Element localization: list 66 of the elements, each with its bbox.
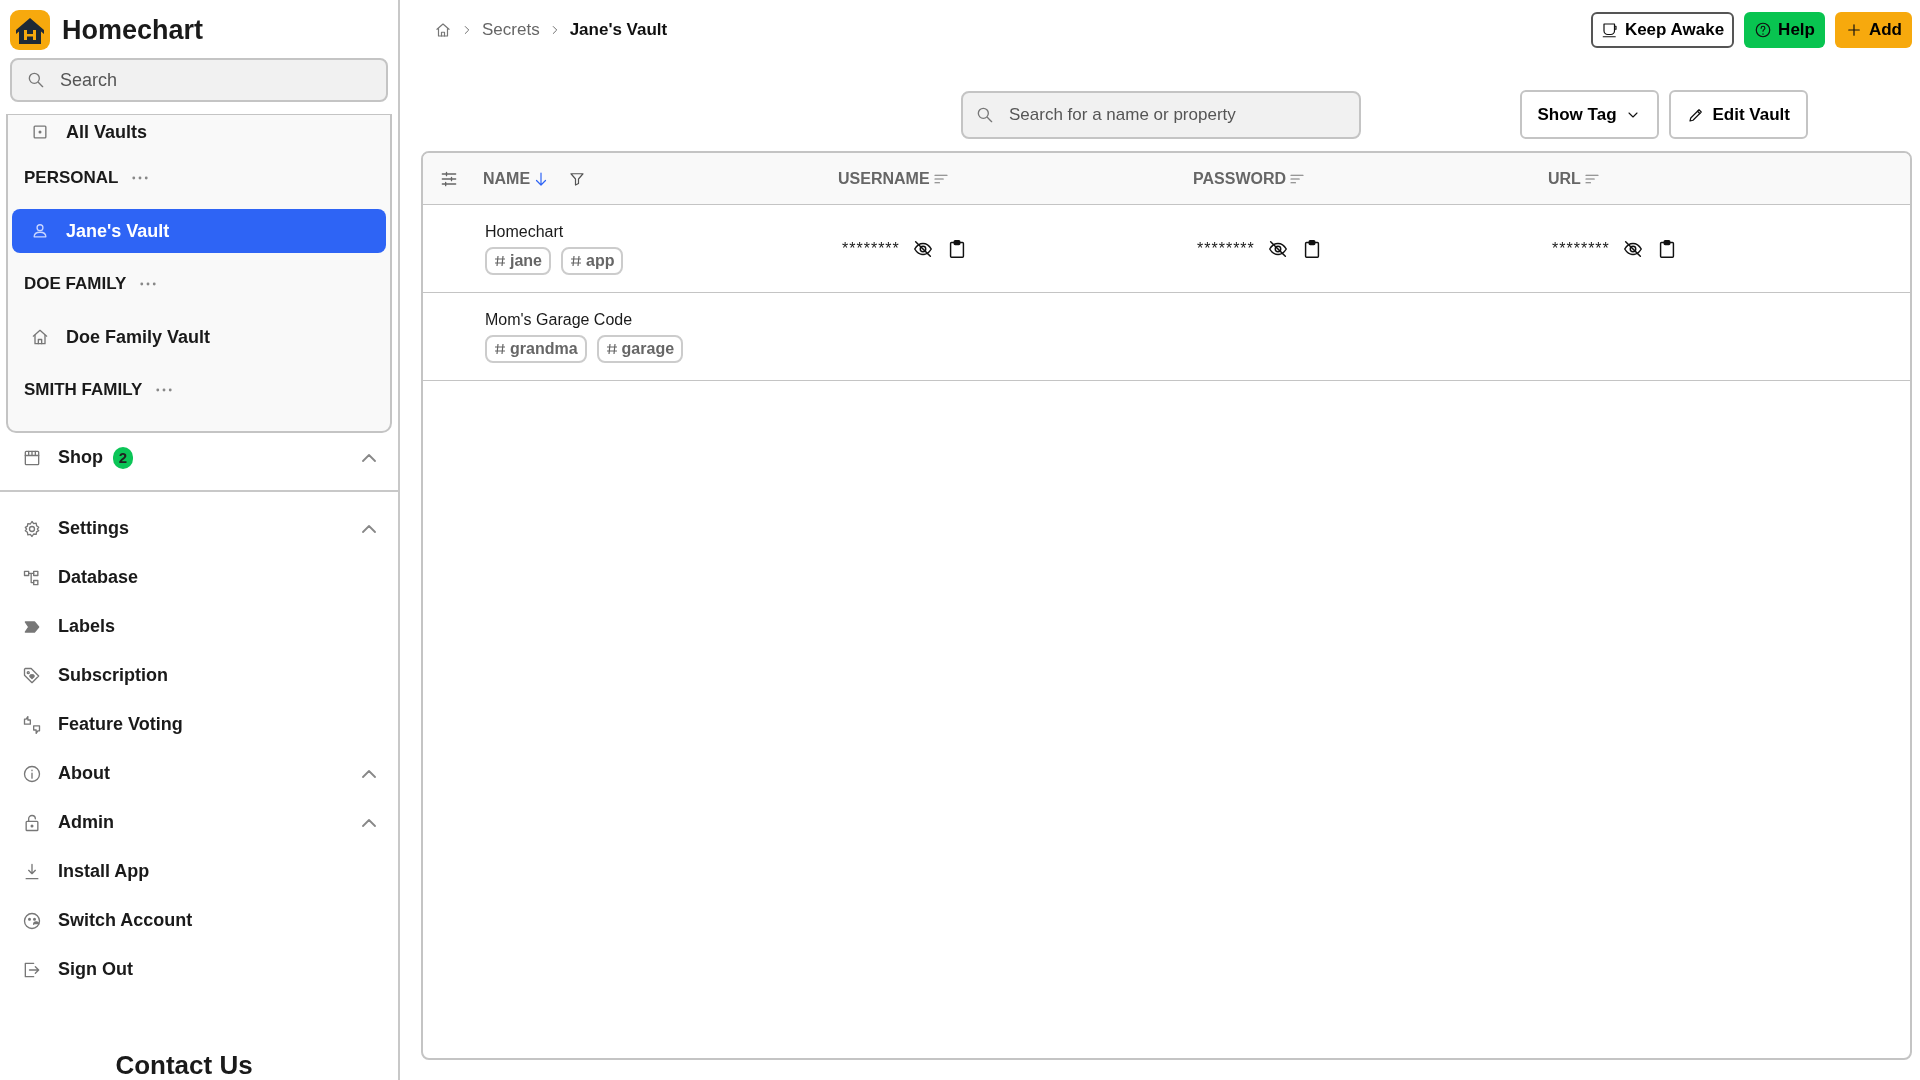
vault-item[interactable]: Doe Family Vault xyxy=(12,315,386,359)
chevron-up-icon[interactable] xyxy=(362,453,376,462)
more-icon[interactable] xyxy=(156,388,173,392)
search-field[interactable]: Search xyxy=(10,58,388,102)
more-icon[interactable] xyxy=(140,282,157,286)
house-icon xyxy=(30,327,50,347)
face-icon xyxy=(22,910,42,931)
chevron-up-icon[interactable] xyxy=(362,818,376,827)
nav-item[interactable]: Settings xyxy=(0,504,398,553)
app-name: Homechart xyxy=(62,14,204,46)
search-field[interactable]: Search for a name or property xyxy=(961,90,1361,139)
keep-awake-button[interactable]: Keep Awake xyxy=(1590,12,1735,48)
group-heading: SMITH FAMILY xyxy=(24,380,143,400)
hash-icon xyxy=(605,342,618,355)
chevron-up-icon[interactable] xyxy=(362,769,376,778)
add-button[interactable]: Add xyxy=(1834,12,1912,48)
hash-icon xyxy=(494,342,506,355)
count-badge: 2 xyxy=(113,446,133,469)
nav-item[interactable]: Admin xyxy=(0,798,398,847)
nav-item[interactable]: Feature Voting xyxy=(0,700,398,749)
column-header[interactable]: PASSWORD xyxy=(1193,169,1287,188)
nav-item[interactable]: Install App xyxy=(0,847,398,896)
breadcrumb-current: Jane's Vault xyxy=(569,20,668,40)
edit-vault-button[interactable]: Edit Vault xyxy=(1668,90,1808,139)
tag-chip[interactable]: jane xyxy=(485,246,551,275)
chevron-up-icon[interactable] xyxy=(362,524,376,533)
entry-name[interactable]: Homechart xyxy=(485,222,564,241)
cup-icon xyxy=(1600,21,1619,39)
nav-item[interactable]: About xyxy=(0,749,398,798)
nav-item[interactable]: Subscription xyxy=(0,651,398,700)
masked-value: ******** xyxy=(1197,239,1255,258)
house-logo-icon xyxy=(10,10,50,50)
entry-name[interactable]: Mom's Garage Code xyxy=(485,310,633,329)
hash-icon xyxy=(570,254,582,267)
column-header[interactable]: NAME xyxy=(483,169,531,188)
search-input[interactable]: Search xyxy=(60,60,372,100)
search-input[interactable]: Search for a name or property xyxy=(1009,92,1347,137)
hash-icon xyxy=(494,254,506,267)
column-header[interactable]: USERNAME xyxy=(838,169,930,188)
nav-item[interactable]: Labels xyxy=(0,602,398,651)
nav-item[interactable]: Sign Out xyxy=(0,945,398,994)
breadcrumb-link[interactable]: Secrets xyxy=(482,20,540,40)
info-icon xyxy=(22,763,42,784)
masked-value: ******** xyxy=(842,239,900,258)
vault-item[interactable]: All Vaults xyxy=(12,117,386,147)
tag-chip[interactable]: app xyxy=(561,246,624,275)
search-icon xyxy=(26,70,46,90)
nav-item[interactable]: Switch Account xyxy=(0,896,398,945)
tag-chip[interactable]: grandma xyxy=(485,334,587,363)
more-icon[interactable] xyxy=(132,176,149,180)
column-header[interactable]: URL xyxy=(1548,169,1581,188)
settings-icon xyxy=(22,518,42,539)
vault-item[interactable]: Jane's Vault xyxy=(12,209,386,253)
contact-heading: Contact Us xyxy=(115,1050,253,1080)
help-button[interactable]: Help xyxy=(1744,12,1825,48)
thumbs-icon xyxy=(22,714,42,735)
tag-icon xyxy=(22,665,42,686)
group-heading: DOE FAMILY xyxy=(24,274,127,294)
masked-value: ******** xyxy=(1552,239,1610,258)
help-icon xyxy=(1754,21,1773,39)
nav-item[interactable]: Database xyxy=(0,553,398,602)
show-tag-dropdown[interactable]: Show Tag xyxy=(1519,90,1659,139)
tag-chip[interactable]: garage xyxy=(596,334,684,363)
nav-item[interactable]: Shop 2 xyxy=(0,433,398,482)
group-heading: PERSONAL xyxy=(24,168,119,188)
home-icon[interactable] xyxy=(434,21,452,39)
